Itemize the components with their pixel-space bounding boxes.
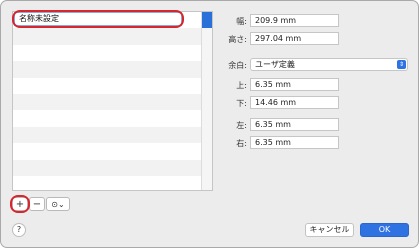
margin-top-label: 上: xyxy=(236,81,247,90)
list-item[interactable] xyxy=(13,93,201,111)
list-item[interactable] xyxy=(13,45,201,61)
remove-button[interactable]: − xyxy=(29,197,45,211)
list-item[interactable] xyxy=(13,159,201,176)
list-item[interactable] xyxy=(13,176,201,192)
action-menu-button[interactable]: ⊙⌄ xyxy=(46,197,70,211)
height-label: 高さ: xyxy=(228,35,247,44)
margin-left-field[interactable]: 6.35 mm xyxy=(250,118,339,131)
list-scrollbar[interactable] xyxy=(201,12,212,190)
cancel-button[interactable]: キャンセル xyxy=(305,223,354,237)
custom-paper-size-dialog: 名称未設定 + − ⊙⌄ 幅: 209.9 mm 高さ: 297.04 mm 余… xyxy=(0,0,419,248)
selected-row-indicator xyxy=(202,12,212,29)
popup-updown-icon: ⇕ xyxy=(397,60,406,69)
list-item[interactable] xyxy=(13,110,201,126)
list-item[interactable] xyxy=(13,28,201,45)
list-item[interactable] xyxy=(13,78,201,94)
list-item[interactable] xyxy=(13,126,201,144)
margin-bottom-field[interactable]: 14.46 mm xyxy=(250,96,339,109)
list-item[interactable] xyxy=(13,143,201,159)
margins-preset-value: ユーザ定義 xyxy=(255,60,295,69)
list-item[interactable] xyxy=(13,61,201,78)
ok-button[interactable]: OK xyxy=(360,223,409,237)
margin-right-label: 右: xyxy=(236,139,247,148)
margins-popup[interactable]: ユーザ定義 ⇕ xyxy=(250,58,408,71)
margin-top-field[interactable]: 6.35 mm xyxy=(250,78,339,91)
margin-right-field[interactable]: 6.35 mm xyxy=(250,136,339,149)
height-field[interactable]: 297.04 mm xyxy=(250,32,339,45)
margin-bottom-label: 下: xyxy=(236,99,247,108)
paper-name-input[interactable]: 名称未設定 xyxy=(14,12,182,26)
help-button[interactable]: ? xyxy=(12,223,26,237)
paper-size-rows xyxy=(13,12,201,190)
margins-label: 余白: xyxy=(228,61,247,70)
width-label: 幅: xyxy=(236,17,247,26)
paper-size-list[interactable] xyxy=(12,11,213,191)
width-field[interactable]: 209.9 mm xyxy=(250,14,339,27)
margin-left-label: 左: xyxy=(236,121,247,130)
add-highlight-ring xyxy=(10,195,30,213)
